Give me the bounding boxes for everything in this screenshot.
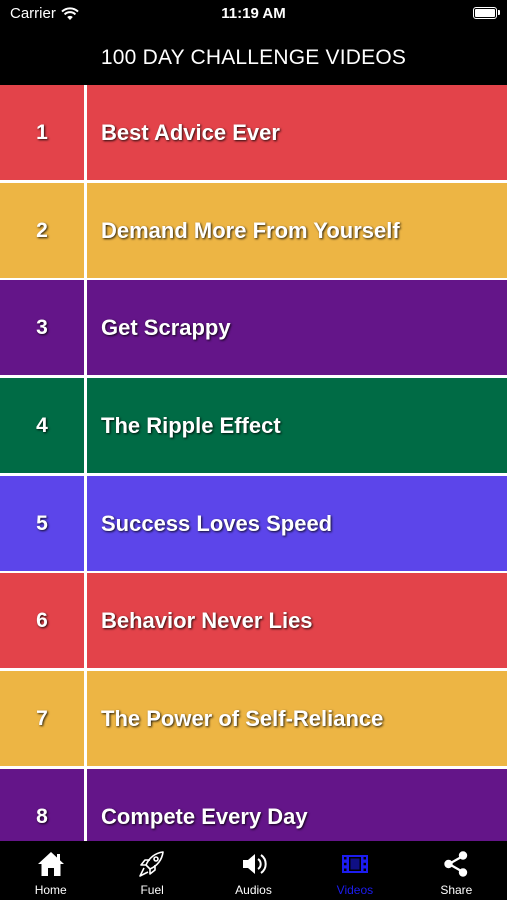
- video-title: The Ripple Effect: [101, 412, 281, 438]
- video-number: 1: [0, 85, 87, 180]
- video-number: 6: [0, 573, 87, 668]
- status-time: 11:19 AM: [221, 5, 286, 22]
- battery-icon: [473, 7, 500, 19]
- tab-fuel[interactable]: Fuel: [101, 841, 202, 900]
- video-row-7[interactable]: 7 The Power of Self-Reliance: [0, 671, 507, 766]
- speaker-icon: [242, 854, 267, 874]
- status-bar: Carrier 11:19 AM: [0, 0, 507, 30]
- video-title: Demand More From Yourself: [101, 217, 400, 243]
- tab-label: Fuel: [140, 883, 164, 897]
- video-row-4[interactable]: 4 The Ripple Effect: [0, 378, 507, 473]
- video-row-5[interactable]: 5 Success Loves Speed: [0, 476, 507, 571]
- tab-audios[interactable]: Audios: [203, 841, 304, 900]
- navigation-bar: 100 DAY CHALLENGE VIDEOS: [0, 30, 507, 85]
- video-title: Behavior Never Lies: [101, 607, 313, 633]
- page-title: 100 DAY CHALLENGE VIDEOS: [100, 45, 407, 69]
- tab-bar: Home Fuel Audios Videos Share: [0, 841, 507, 900]
- tab-label: Home: [34, 883, 67, 897]
- video-icon: [341, 855, 368, 873]
- video-title: Get Scrappy: [101, 314, 231, 340]
- tab-label: Share: [440, 883, 473, 897]
- share-icon: [444, 851, 468, 877]
- video-row-6[interactable]: 6 Behavior Never Lies: [0, 573, 507, 668]
- video-row-2[interactable]: 2 Demand More From Yourself: [0, 183, 507, 278]
- tab-share[interactable]: Share: [406, 841, 507, 900]
- video-number: 2: [0, 183, 87, 278]
- video-row-3[interactable]: 3 Get Scrappy: [0, 280, 507, 375]
- video-number: 8: [0, 769, 87, 841]
- video-row-1[interactable]: 1 Best Advice Ever: [0, 85, 507, 180]
- tab-label: Videos: [336, 883, 374, 897]
- tab-label: Audios: [235, 883, 272, 897]
- video-title: Success Loves Speed: [101, 510, 333, 536]
- home-icon: [37, 852, 64, 876]
- video-number: 4: [0, 378, 87, 473]
- video-number: 7: [0, 671, 87, 766]
- video-row-8[interactable]: 8 Compete Every Day: [0, 769, 507, 841]
- rocket-icon: [139, 851, 164, 877]
- video-title: Compete Every Day: [101, 803, 308, 829]
- tab-videos[interactable]: Videos: [304, 841, 405, 900]
- video-list: 1 Best Advice Ever 2 Demand More From Yo…: [0, 85, 507, 841]
- video-title: The Power of Self-Reliance: [101, 705, 384, 731]
- video-number: 5: [0, 476, 87, 571]
- video-number: 3: [0, 280, 87, 375]
- tab-home[interactable]: Home: [0, 841, 101, 900]
- video-title: Best Advice Ever: [101, 119, 280, 145]
